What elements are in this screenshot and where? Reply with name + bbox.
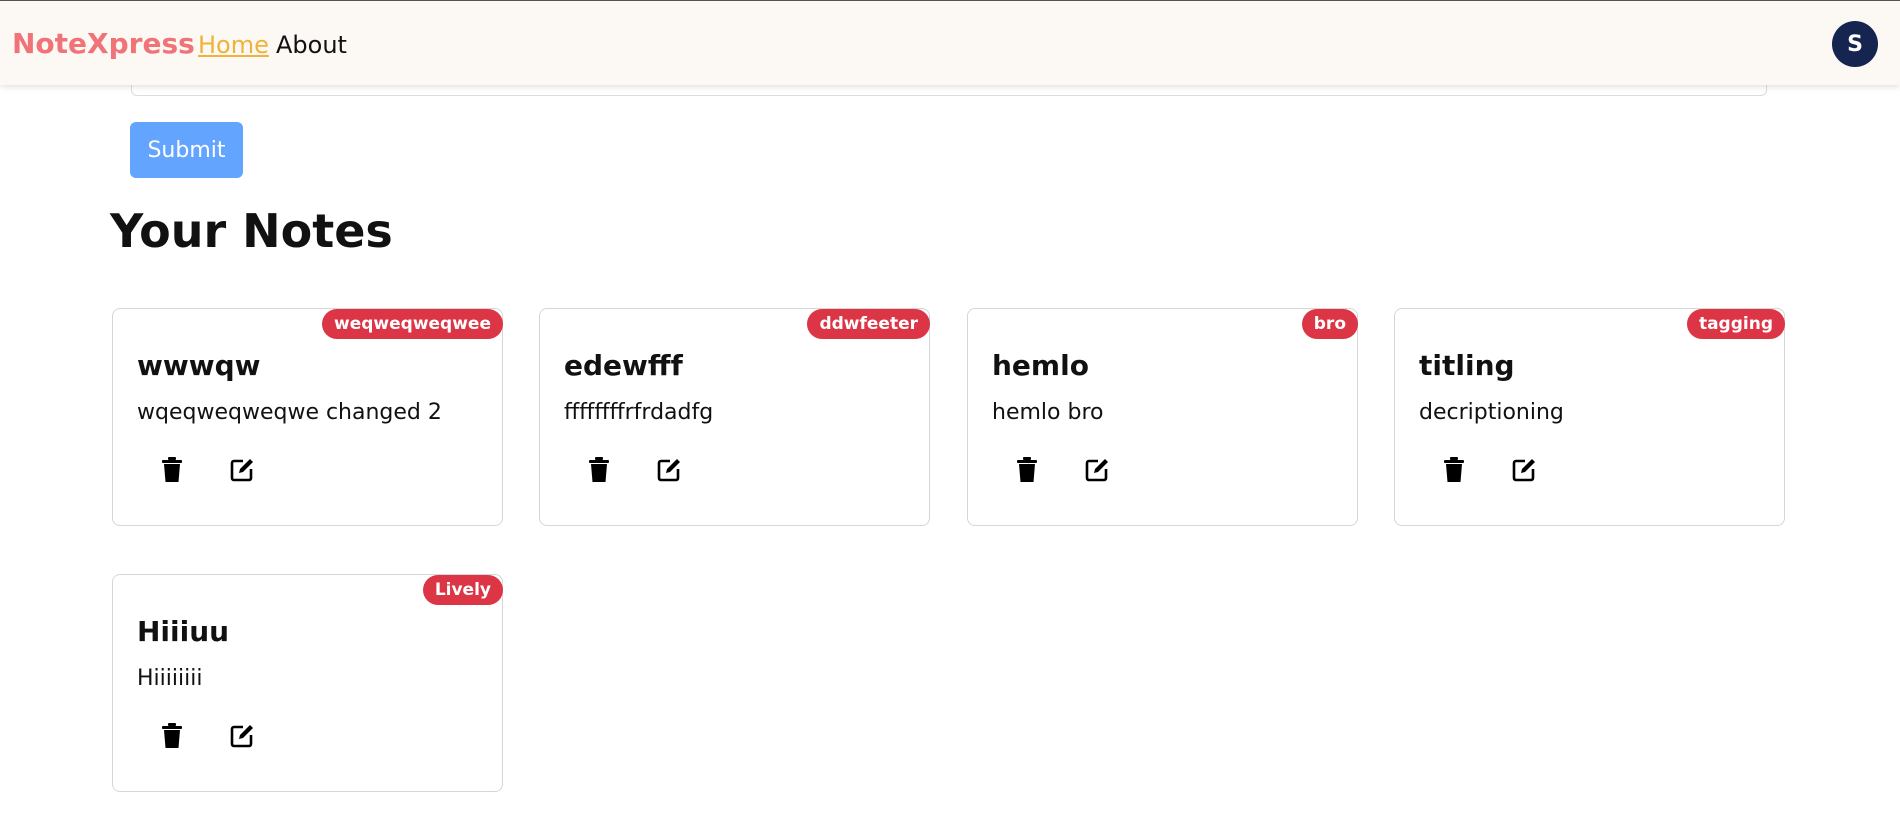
trash-icon[interactable] (584, 455, 614, 485)
edit-icon[interactable] (1509, 455, 1539, 485)
note-title: hemlo (992, 349, 1089, 382)
edit-icon[interactable] (654, 455, 684, 485)
nav-link-about[interactable]: About (276, 31, 347, 59)
edit-icon[interactable] (1082, 455, 1112, 485)
nav-link-home[interactable]: Home (198, 31, 269, 59)
trash-icon[interactable] (1439, 455, 1469, 485)
notes-section-title: Your Notes (110, 204, 393, 258)
note-card: Lively Hiiiuu Hiiiiiiii (112, 574, 503, 792)
note-card: ddwfeeter edewfff ffffffffrfrdadfg (539, 308, 930, 526)
navbar: NoteXpress Home About S (0, 0, 1900, 85)
tag-badge: ddwfeeter (807, 309, 930, 339)
tag-badge: Lively (422, 575, 503, 605)
trash-icon[interactable] (157, 455, 187, 485)
note-card: bro hemlo hemlo bro (967, 308, 1358, 526)
note-description: ffffffffrfrdadfg (564, 400, 714, 425)
note-card: weqweqweqwee wwwqw wqeqweqweqwe changed … (112, 308, 503, 526)
trash-icon[interactable] (157, 721, 187, 751)
tag-badge: bro (1301, 309, 1358, 339)
tag-badge: weqweqweqwee (322, 309, 503, 339)
edit-icon[interactable] (227, 721, 257, 751)
edit-icon[interactable] (227, 455, 257, 485)
note-title: Hiiiuu (137, 615, 230, 648)
note-description: decriptioning (1419, 400, 1564, 425)
note-description: wqeqweqweqwe changed 2 (137, 400, 442, 425)
submit-button[interactable]: Submit (130, 122, 243, 178)
note-description: Hiiiiiiii (137, 666, 203, 691)
trash-icon[interactable] (1012, 455, 1042, 485)
tag-badge: tagging (1686, 309, 1785, 339)
brand-logo[interactable]: NoteXpress (12, 27, 195, 60)
note-title: titling (1419, 349, 1515, 382)
avatar[interactable]: S (1832, 21, 1878, 67)
note-title: edewfff (564, 349, 683, 382)
page: NoteXpress Home About S Submit Your Note… (0, 0, 1900, 835)
note-card: tagging titling decriptioning (1394, 308, 1785, 526)
note-description: hemlo bro (992, 400, 1104, 425)
note-title: wwwqw (137, 349, 261, 382)
